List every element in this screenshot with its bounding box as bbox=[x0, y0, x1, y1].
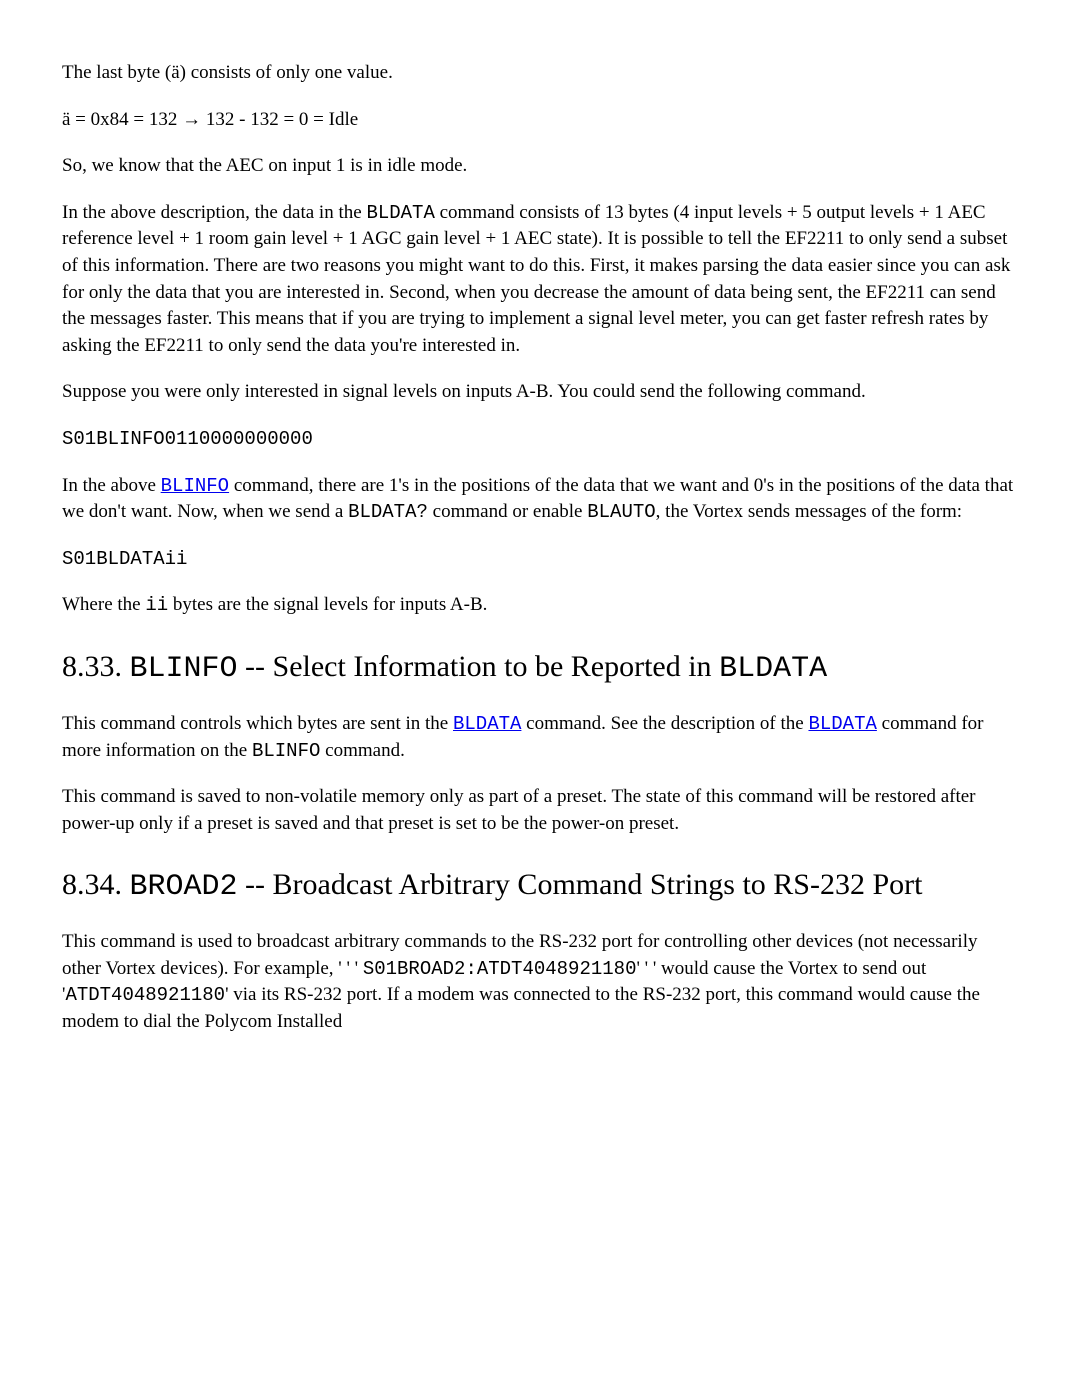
paragraph: This command is saved to non-volatile me… bbox=[62, 784, 1018, 837]
section-heading-8-34: 8.34. BROAD2 -- Broadcast Arbitrary Comm… bbox=[62, 865, 1018, 907]
text: Where the bbox=[62, 594, 145, 615]
text: , the Vortex sends messages of the form: bbox=[656, 501, 962, 522]
paragraph: Suppose you were only interested in sign… bbox=[62, 379, 1018, 406]
paragraph: In the above description, the data in th… bbox=[62, 200, 1018, 360]
paragraph: ä = 0x84 = 132 → 132 - 132 = 0 = Idle bbox=[62, 107, 1018, 134]
text: -- Broadcast Arbitrary Command Strings t… bbox=[238, 868, 923, 901]
heading-code: BLDATA bbox=[719, 652, 827, 686]
paragraph: Where the ii bytes are the signal levels… bbox=[62, 592, 1018, 619]
text: command. See the description of the bbox=[521, 713, 808, 734]
code-block: S01BLDATAii bbox=[62, 546, 1018, 573]
paragraph: In the above BLINFO command, there are 1… bbox=[62, 473, 1018, 526]
paragraph: This command is used to broadcast arbitr… bbox=[62, 929, 1018, 1035]
paragraph: The last byte (ä) consists of only one v… bbox=[62, 60, 1018, 87]
text: command consists of 13 bytes (4 input le… bbox=[62, 202, 1010, 356]
text: In the above description, the data in th… bbox=[62, 202, 366, 223]
text: In the above bbox=[62, 475, 161, 496]
link-blinfo[interactable]: BLINFO bbox=[161, 475, 229, 496]
code-inline: ii bbox=[145, 594, 168, 616]
text: command or enable bbox=[428, 501, 587, 522]
heading-code: BROAD2 bbox=[130, 870, 238, 904]
code-inline: BLDATA? bbox=[348, 501, 428, 523]
code-inline: BLDATA bbox=[366, 202, 434, 224]
paragraph: So, we know that the AEC on input 1 is i… bbox=[62, 153, 1018, 180]
paragraph: This command controls which bytes are se… bbox=[62, 711, 1018, 764]
code-inline: BLAUTO bbox=[587, 501, 655, 523]
code-inline: BLINFO bbox=[252, 740, 320, 762]
text: -- Select Information to be Reported in bbox=[238, 650, 720, 683]
text: command. bbox=[320, 740, 404, 761]
code-inline: ATDT4048921180 bbox=[65, 984, 225, 1006]
section-heading-8-33: 8.33. BLINFO -- Select Information to be… bbox=[62, 647, 1018, 689]
section-number: 8.34. bbox=[62, 868, 130, 901]
code-inline: S01BROAD2:ATDT4048921180 bbox=[363, 958, 637, 980]
text: bytes are the signal levels for inputs A… bbox=[168, 594, 487, 615]
code-block: S01BLINFO0110000000000 bbox=[62, 426, 1018, 453]
text: This command controls which bytes are se… bbox=[62, 713, 453, 734]
heading-code: BLINFO bbox=[130, 652, 238, 686]
section-number: 8.33. bbox=[62, 650, 130, 683]
link-bldata[interactable]: BLDATA bbox=[453, 713, 521, 734]
link-bldata[interactable]: BLDATA bbox=[808, 713, 876, 734]
